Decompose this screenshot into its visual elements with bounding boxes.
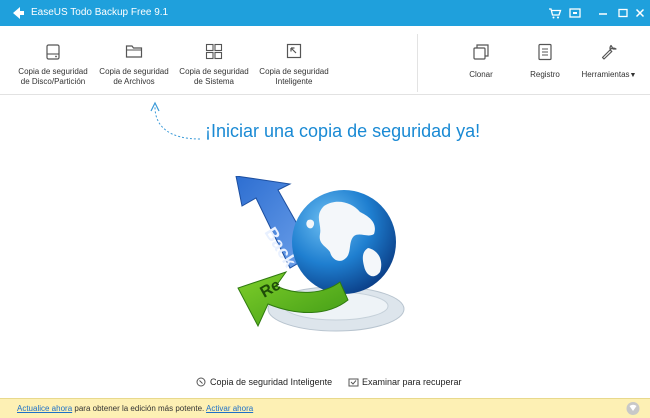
minimize-icon[interactable]	[596, 6, 610, 20]
start-backup-headline: ¡Iniciar una copia de seguridad ya!	[205, 121, 481, 141]
file-backup-button[interactable]: Copia de seguridad de Archivos	[94, 26, 174, 94]
maximize-icon[interactable]	[616, 6, 630, 20]
tool-label-line1: Copia de seguridad	[18, 67, 88, 76]
clone-label: Clonar	[469, 70, 493, 79]
tool-label-line1: Copia de seguridad	[259, 67, 329, 76]
disk-partition-backup-button[interactable]: Copia de seguridad de Disco/Partición	[13, 26, 93, 94]
dropdown-arrow-icon: ▼	[629, 72, 637, 79]
tools-label: Herramientas	[581, 70, 630, 79]
folder-icon	[125, 45, 143, 58]
log-document-icon	[538, 43, 552, 61]
upgrade-message: para obtener la edición más potente.	[74, 404, 205, 413]
wrench-icon	[601, 44, 617, 60]
tool-label-line2: Inteligente	[275, 77, 313, 86]
title-bar: EaseUS Todo Backup Free 9.1	[0, 0, 650, 26]
system-backup-button[interactable]: Copia de seguridad de Sistema	[174, 26, 254, 94]
browse-recover-icon	[348, 378, 359, 387]
tool-label-line1: Copia de seguridad	[179, 67, 249, 76]
curved-arrow-icon	[150, 101, 201, 140]
easeus-logo-icon	[13, 7, 24, 19]
cart-icon[interactable]	[548, 6, 562, 20]
close-icon[interactable]	[633, 6, 647, 20]
tools-menu-button[interactable]: Herramientas▼	[580, 26, 638, 94]
clone-button[interactable]: Clonar	[455, 26, 507, 94]
app-title: EaseUS Todo Backup Free 9.1	[31, 7, 169, 18]
smart-cursor-icon	[286, 43, 302, 59]
hard-disk-icon	[46, 44, 60, 60]
activate-now-link[interactable]: Activar ahora	[206, 404, 253, 413]
backup-globe-illustration: Back Re	[235, 176, 405, 332]
upgrade-bar: Actualice ahora para obtener la edición …	[0, 398, 650, 418]
tool-label-line2: de Disco/Partición	[20, 77, 86, 86]
smart-backup-button[interactable]: Copia de seguridad Inteligente	[254, 26, 334, 94]
upgrade-now-link[interactable]: Actualice ahora	[17, 404, 72, 413]
tool-label-line2: de Sistema	[193, 77, 235, 86]
browse-to-recover-label: Examinar para recuperar	[362, 377, 462, 387]
tool-label-line2: de Archivos	[113, 77, 155, 86]
clone-icon	[473, 44, 489, 60]
log-label: Registro	[530, 70, 560, 79]
main-toolbar: Copia de seguridad de Disco/Partición Co…	[0, 26, 650, 95]
smart-backup-link-label: Copia de seguridad Inteligente	[210, 377, 333, 387]
toolbar-divider	[417, 34, 418, 92]
tool-label-line1: Copia de seguridad	[99, 67, 169, 76]
license-key-icon[interactable]	[568, 6, 582, 20]
smart-backup-icon	[196, 377, 206, 387]
log-button[interactable]: Registro	[519, 26, 571, 94]
windows-icon	[205, 43, 223, 60]
site-watermark-logo	[626, 402, 640, 415]
